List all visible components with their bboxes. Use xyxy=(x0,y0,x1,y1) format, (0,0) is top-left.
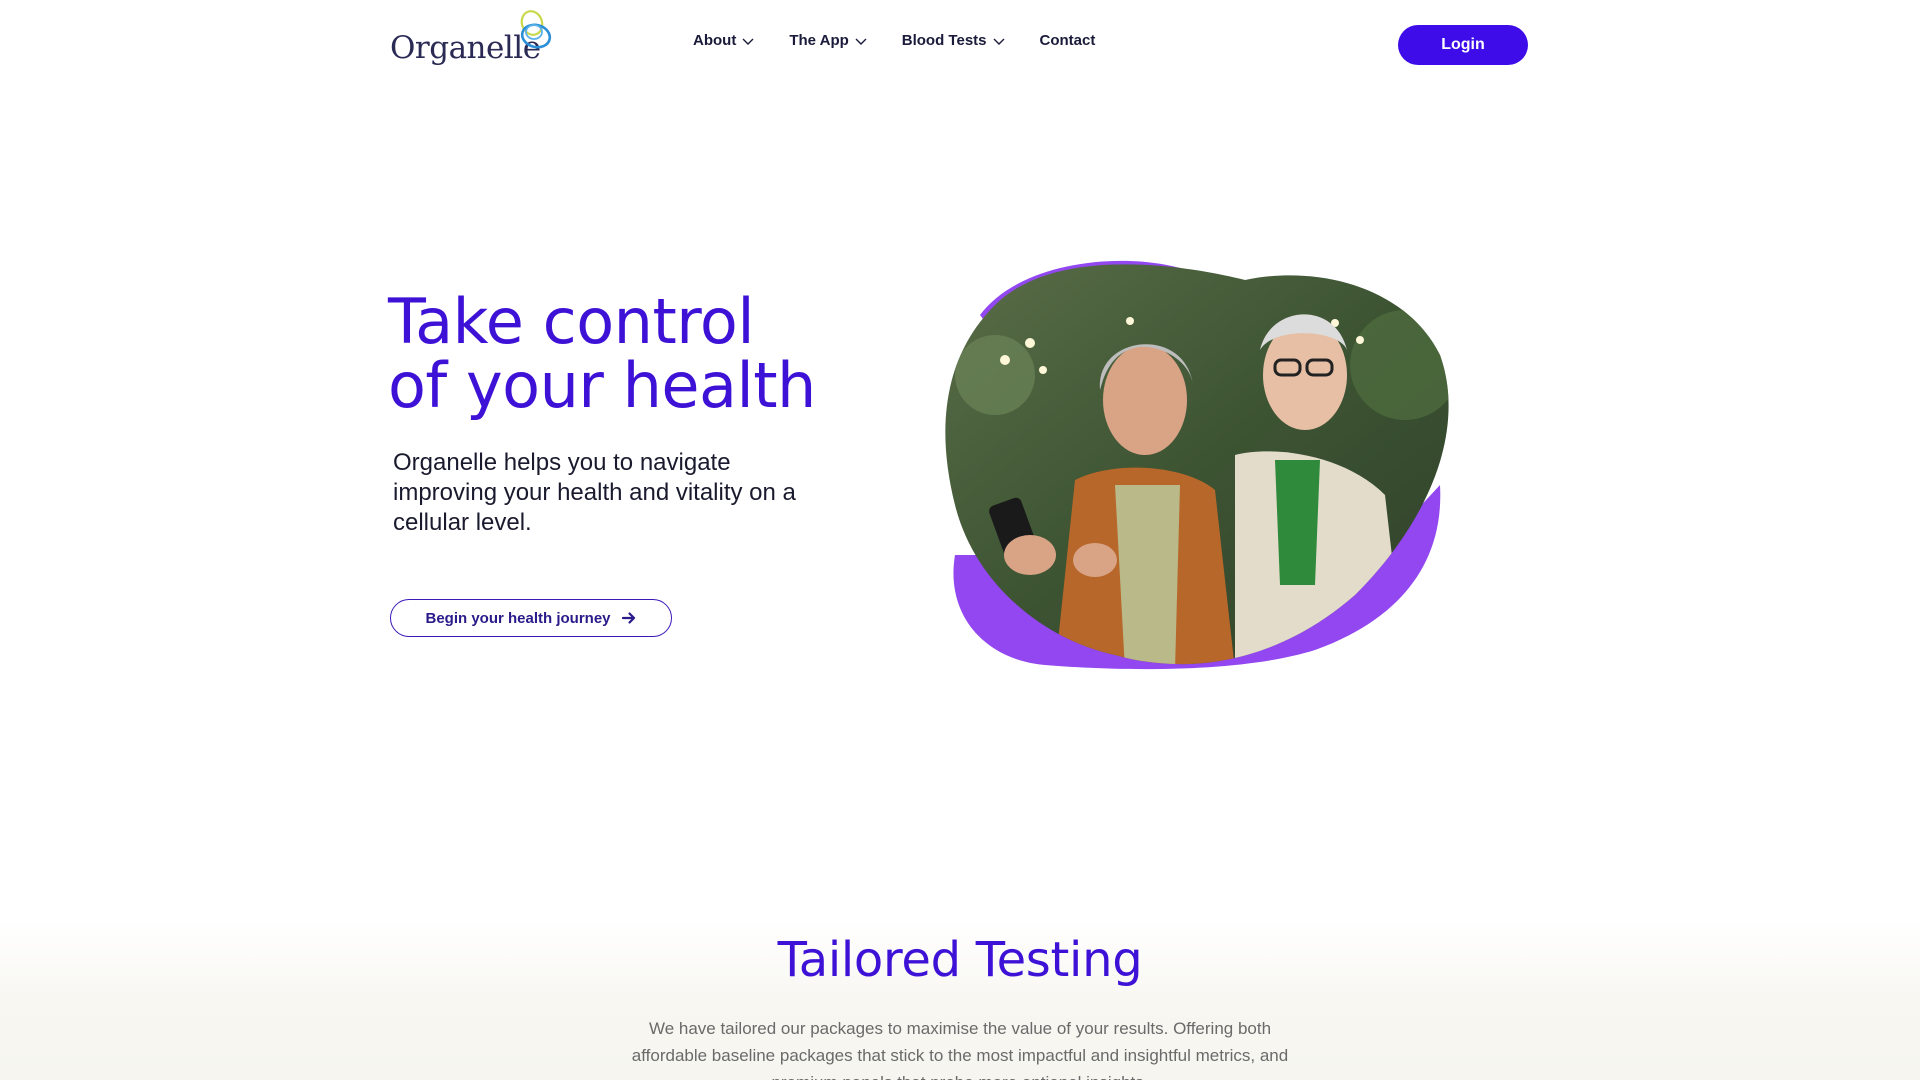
chevron-down-icon xyxy=(742,38,754,45)
chevron-down-icon xyxy=(993,38,1004,45)
tailored-testing-body: We have tailored our packages to maximis… xyxy=(631,1019,1289,1080)
page: Organelle About The App Blood Tests Cont xyxy=(0,0,1920,1080)
hero-title-line: of your health xyxy=(388,349,816,422)
organelle-logo[interactable]: Organelle xyxy=(390,8,560,68)
begin-journey-button[interactable]: Begin your health journey xyxy=(390,599,672,637)
nav-item-label: The App xyxy=(789,32,849,49)
nav-item-about[interactable]: About xyxy=(693,32,755,49)
site-header: Organelle About The App Blood Tests Cont xyxy=(0,0,1920,90)
login-button[interactable]: Login xyxy=(1398,25,1528,65)
hero-photo xyxy=(945,260,1449,670)
tailored-testing-title: Tailored Testing xyxy=(777,932,1143,988)
nav-item-contact[interactable]: Contact xyxy=(1040,32,1096,49)
hero-title: Take control of your health xyxy=(388,290,908,418)
main-nav: About The App Blood Tests Contact xyxy=(693,32,1129,49)
hero-title-line: Take control xyxy=(388,285,755,358)
nav-item-blood-tests[interactable]: Blood Tests xyxy=(902,32,1006,49)
nav-item-label: About xyxy=(693,32,737,49)
logo-mark-icon xyxy=(520,10,552,49)
cta-label: Begin your health journey xyxy=(425,609,611,627)
nav-item-the-app[interactable]: The App xyxy=(789,32,867,49)
hero-subtitle: Organelle helps you to navigate improvin… xyxy=(393,449,796,536)
nav-item-label: Contact xyxy=(1039,32,1096,49)
nav-item-label: Blood Tests xyxy=(901,32,987,49)
chevron-down-icon xyxy=(855,38,867,45)
arrow-right-icon xyxy=(621,612,635,624)
